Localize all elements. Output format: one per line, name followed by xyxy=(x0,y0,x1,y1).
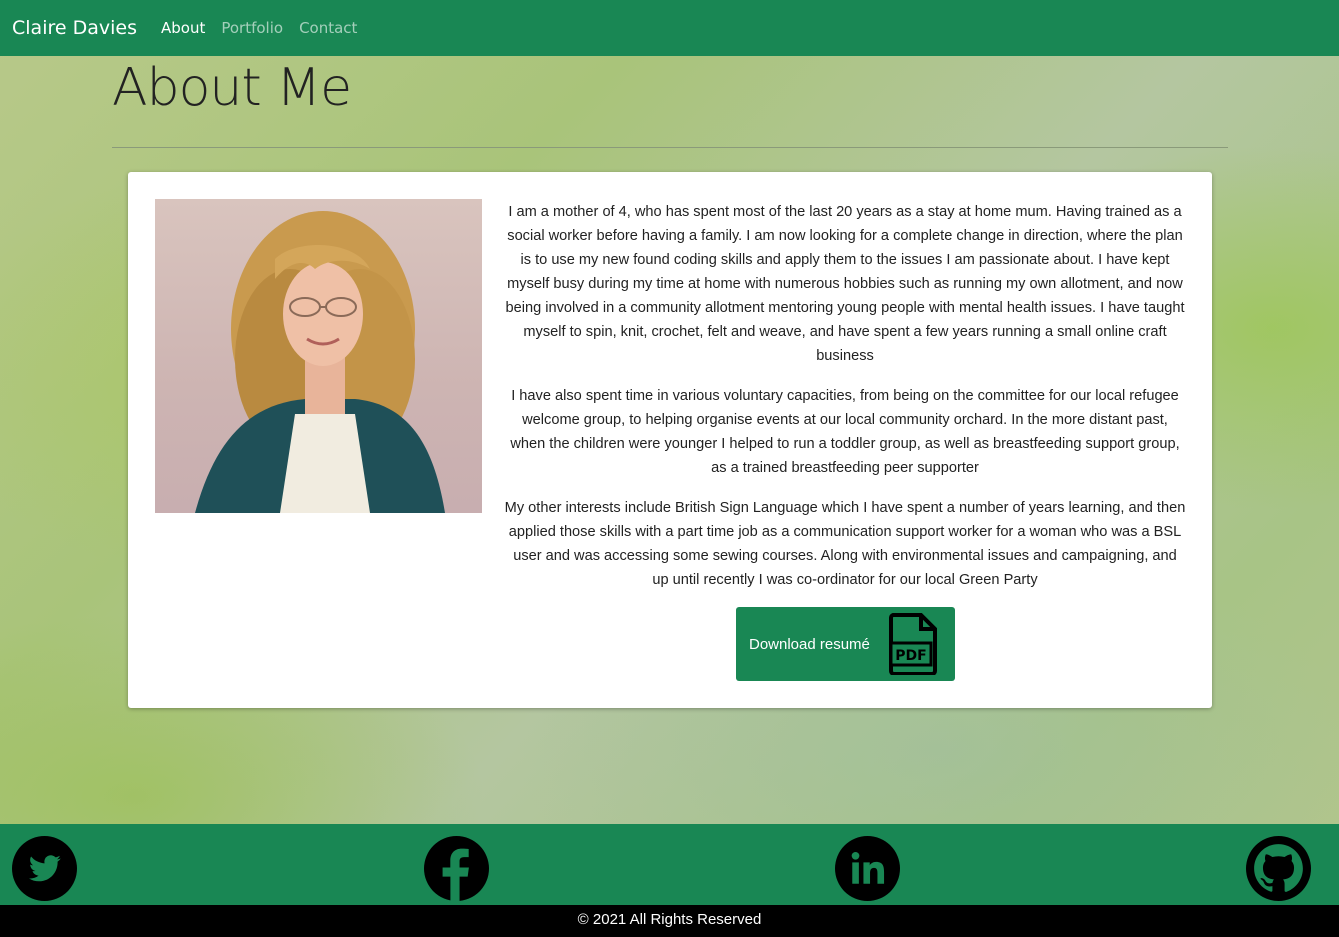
about-paragraph-3: My other interests include British Sign … xyxy=(504,500,1186,588)
copyright-text: © 2021 All Rights Reserved xyxy=(577,911,762,928)
svg-text:PDF: PDF xyxy=(895,648,926,664)
about-text: I am a mother of 4, who has spent most o… xyxy=(504,200,1186,608)
social-footer xyxy=(0,824,1339,905)
brand-link[interactable]: Claire Davies xyxy=(12,17,137,39)
twitter-icon[interactable] xyxy=(12,836,77,901)
title-divider xyxy=(112,147,1228,148)
download-resume-button[interactable]: Download resumé PDF xyxy=(736,607,955,681)
about-paragraph-2: I have also spent time in various volunt… xyxy=(510,388,1180,476)
navbar: Claire Davies About Portfolio Contact xyxy=(0,0,1339,56)
pdf-file-icon: PDF xyxy=(889,613,937,675)
page-title: About Me xyxy=(112,58,352,118)
profile-photo xyxy=(155,199,482,513)
about-paragraph-1: I am a mother of 4, who has spent most o… xyxy=(505,204,1185,364)
nav-contact[interactable]: Contact xyxy=(299,19,357,37)
facebook-icon[interactable] xyxy=(424,836,489,901)
nav-portfolio[interactable]: Portfolio xyxy=(221,19,283,37)
about-card: I am a mother of 4, who has spent most o… xyxy=(128,172,1212,708)
github-icon[interactable] xyxy=(1246,836,1311,901)
linkedin-icon[interactable] xyxy=(835,836,900,901)
nav-about[interactable]: About xyxy=(161,19,205,37)
download-resume-label: Download resumé xyxy=(749,635,870,653)
copyright-footer: © 2021 All Rights Reserved xyxy=(0,905,1339,937)
